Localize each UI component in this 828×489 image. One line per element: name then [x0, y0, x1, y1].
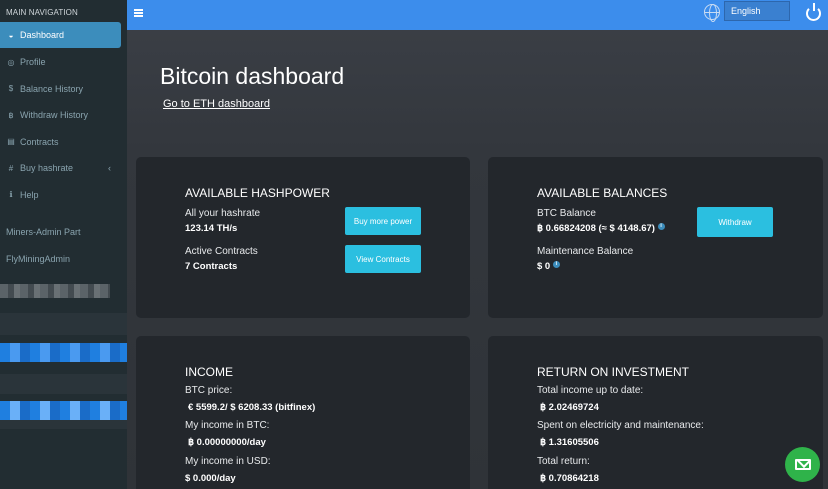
menu-toggle-icon[interactable] [134, 9, 143, 17]
income-btc-label: My income in BTC: [185, 420, 270, 431]
info-icon[interactable]: i [657, 223, 665, 230]
sidebar-link-flymining-admin[interactable]: FlyMiningAdmin [0, 246, 127, 273]
sidebar-item-label: Contracts [20, 136, 59, 147]
sidebar-link-miners-admin[interactable]: Miners-Admin Part [0, 219, 127, 246]
envelope-icon [795, 459, 811, 470]
spent-label: Spent on electricity and maintenance: [537, 420, 704, 431]
eth-dashboard-link[interactable]: Go to ETH dashboard [163, 98, 270, 110]
nav-header: MAIN NAVIGATION [6, 8, 78, 17]
roi-card: RETURN ON INVESTMENT Total income up to … [488, 336, 823, 489]
income-usd-label: My income in USD: [185, 456, 271, 467]
balances-card: AVAILABLE BALANCES BTC Balance ฿ 0.66824… [488, 157, 823, 318]
btc-price-value: € 5599.2/ $ 6208.33 (bitfinex) [188, 402, 316, 413]
sidebar-item-label: Dashboard [20, 30, 65, 40]
globe-icon [704, 4, 720, 22]
total-income-value: ฿ 2.02469724 [540, 402, 599, 413]
total-return-label: Total return: [537, 456, 590, 467]
redacted-block[interactable] [0, 401, 127, 420]
maintenance-balance-value: $ 0 i [537, 261, 560, 272]
chevron-left-icon: ‹ [108, 163, 111, 174]
active-contracts-value: 7 Contracts [185, 261, 238, 272]
document-icon: ▤ [7, 137, 15, 147]
dollar-icon: $ [8, 84, 14, 94]
power-icon[interactable] [806, 3, 821, 21]
sidebar-item-buy-hashrate[interactable]: # Buy hashrate ‹ [0, 155, 127, 182]
sidebar-item-label: Balance History [20, 83, 84, 94]
info-icon: ℹ [9, 190, 13, 200]
income-usd-value: $ 0.000/day [185, 473, 236, 484]
total-return-value: ฿ 0.70864218 [540, 473, 599, 484]
bitcoin-icon: ฿ [8, 110, 14, 120]
sidebar: MAIN NAVIGATION ◒ Dashboard ◎ Profile $ … [0, 0, 127, 489]
sidebar-item-label: Help [20, 189, 39, 200]
income-card: INCOME BTC price: € 5599.2/ $ 6208.33 (b… [136, 336, 470, 489]
page-title: Bitcoin dashboard [160, 63, 345, 89]
buy-more-power-button[interactable]: Buy more power [345, 207, 421, 235]
card-title: AVAILABLE BALANCES [537, 186, 668, 200]
language-select[interactable]: English [724, 1, 790, 21]
hashpower-card: AVAILABLE HASHPOWER All your hashrate 12… [136, 157, 470, 318]
card-title: RETURN ON INVESTMENT [537, 365, 690, 379]
total-income-label: Total income up to date: [537, 385, 644, 396]
sidebar-item-balance-history[interactable]: $ Balance History [0, 76, 127, 103]
card-title: INCOME [185, 365, 233, 379]
contact-mail-button[interactable] [785, 447, 820, 482]
sidebar-item-dashboard[interactable]: ◒ Dashboard [0, 22, 121, 48]
hashrate-value: 123.14 TH/s [185, 223, 238, 234]
top-navbar: English [127, 0, 828, 30]
main-content: Bitcoin dashboard Go to ETH dashboard AV… [127, 30, 828, 489]
user-circle-icon: ◎ [7, 57, 15, 67]
spent-value: ฿ 1.31605506 [540, 437, 599, 448]
sidebar-item-profile[interactable]: ◎ Profile [0, 49, 127, 76]
sidebar-item-help[interactable]: ℹ Help [0, 182, 127, 209]
dashboard-icon: ◒ [8, 30, 14, 40]
sidebar-item-withdraw-history[interactable]: ฿ Withdraw History [0, 102, 127, 129]
income-btc-value: ฿ 0.00000000/day [188, 437, 266, 448]
sidebar-item-label: Buy hashrate [20, 163, 74, 174]
maintenance-balance-label: Maintenance Balance [537, 246, 634, 257]
btc-balance-value: ฿ 0.66824208 (≈ $ 4148.67) i [537, 223, 665, 234]
btc-balance-label: BTC Balance [537, 208, 596, 219]
sidebar-item-label: Profile [20, 57, 46, 68]
sidebar-item-contracts[interactable]: ▤ Contracts [0, 129, 127, 156]
active-contracts-label: Active Contracts [185, 246, 258, 257]
redacted-block [0, 420, 127, 429]
info-icon[interactable]: i [552, 261, 560, 268]
withdraw-button[interactable]: Withdraw [697, 207, 773, 237]
card-title: AVAILABLE HASHPOWER [185, 186, 330, 200]
redacted-block [0, 374, 127, 394]
redacted-block [0, 284, 110, 298]
btc-price-label: BTC price: [185, 385, 233, 396]
sidebar-item-label: Withdraw History [20, 110, 89, 121]
hashrate-label: All your hashrate [185, 208, 261, 219]
redacted-block [0, 313, 127, 335]
view-contracts-button[interactable]: View Contracts [345, 245, 421, 273]
redacted-block[interactable] [0, 343, 127, 362]
hashtag-icon: # [8, 163, 14, 173]
